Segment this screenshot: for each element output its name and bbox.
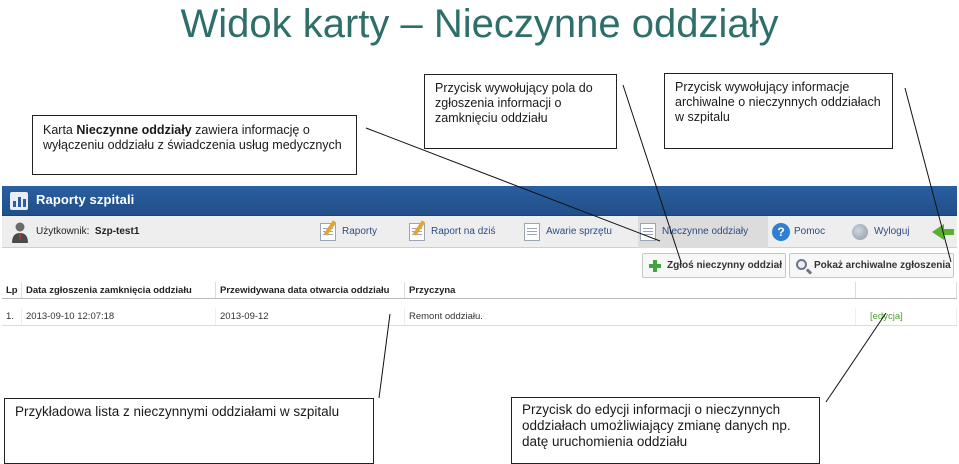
nav-item-wyloguj[interactable]: Wyloguj xyxy=(850,216,909,248)
cell-report-date: 2013-09-10 12:07:18 xyxy=(22,308,216,325)
cell-reopen-date: 2013-09-12 xyxy=(216,308,405,325)
user-name: Szp-test1 xyxy=(94,226,140,237)
callout-report-button: Przycisk wywołujący pola do zgłoszenia i… xyxy=(424,74,617,149)
logout-icon xyxy=(852,224,868,240)
user-label-text: Użytkownik: xyxy=(36,226,90,237)
callout-archive-button: Przycisk wywołujący informacje archiwaln… xyxy=(664,73,893,149)
app-title: Raporty szpitali xyxy=(36,192,135,207)
closed-wards-table: Lp Data zgłoszenia zamknięcia oddziału P… xyxy=(2,282,957,326)
nav-item-label: Pomoc xyxy=(794,226,826,237)
magnifier-icon xyxy=(796,259,807,270)
cell-lp: 1. xyxy=(2,308,22,325)
nav-item-label: Nieczynne oddziały xyxy=(662,226,749,237)
callout-sample-list: Przykładowa lista z nieczynnymi oddziała… xyxy=(4,398,374,464)
nav-item-raporty[interactable]: Raporty xyxy=(318,216,377,248)
edit-link[interactable]: [edycja] xyxy=(870,311,903,322)
report-closed-ward-button[interactable]: Zgłoś nieczynny oddział xyxy=(642,253,786,278)
archive-button-label: Pokaż archiwalne zgłoszenia xyxy=(814,260,951,271)
question-icon: ? xyxy=(772,223,790,241)
user-info: Użytkownik: Szp-test1 xyxy=(4,216,314,248)
user-avatar-icon xyxy=(12,222,28,243)
column-header: Data zgłoszenia zamknięcia oddziału xyxy=(22,282,216,298)
green-back-arrow-icon[interactable] xyxy=(932,224,954,240)
column-header: Przyczyna xyxy=(405,282,856,298)
show-archive-button[interactable]: Pokaż archiwalne zgłoszenia xyxy=(789,253,954,278)
column-header xyxy=(856,282,957,298)
table-header: Lp Data zgłoszenia zamknięcia oddziału P… xyxy=(2,282,957,299)
nav-item-label: Raport na dziś xyxy=(431,226,496,237)
app-header: Raporty szpitali xyxy=(2,186,957,216)
nav-bar: Użytkownik: Szp-test1 Raporty Raport na … xyxy=(2,216,957,248)
column-header: Lp xyxy=(2,282,22,298)
nav-item-raport-na-dzis[interactable]: Raport na dziś xyxy=(407,216,495,248)
nav-item-label: Awarie sprzętu xyxy=(546,226,612,237)
callout-card-bold: Nieczynne oddziały xyxy=(76,123,192,137)
table-row: 1. 2013-09-10 12:07:18 2013-09-12 Remont… xyxy=(2,308,957,326)
user-label: Użytkownik: Szp-test1 xyxy=(36,226,139,237)
report-button-label: Zgłoś nieczynny oddział xyxy=(667,260,783,271)
nav-item-label: Raporty xyxy=(342,226,378,237)
slide-title: Widok karty – Nieczynne oddziały xyxy=(180,2,779,46)
cell-edit: [edycja] xyxy=(856,308,957,325)
nav-item-awarie-sprzetu[interactable]: Awarie sprzętu xyxy=(522,216,612,248)
nav-item-pomoc[interactable]: ? Pomoc xyxy=(770,216,825,248)
callout-edit-button: Przycisk do edycji informacji o nieczynn… xyxy=(511,397,820,464)
column-header: Przewidywana data otwarcia oddziału xyxy=(216,282,405,298)
document-icon xyxy=(640,223,656,241)
callout-card-pre: Karta xyxy=(43,123,77,137)
nav-item-label: Wyloguj xyxy=(874,226,910,237)
plus-icon xyxy=(649,260,661,272)
callout-card-description: Karta Nieczynne oddziały zawiera informa… xyxy=(32,115,357,175)
cell-reason: Remont oddziału. xyxy=(405,308,856,325)
nav-item-nieczynne-oddzialy[interactable]: Nieczynne oddziały xyxy=(638,216,768,248)
chart-logo-icon xyxy=(10,192,28,210)
document-icon xyxy=(524,223,540,241)
